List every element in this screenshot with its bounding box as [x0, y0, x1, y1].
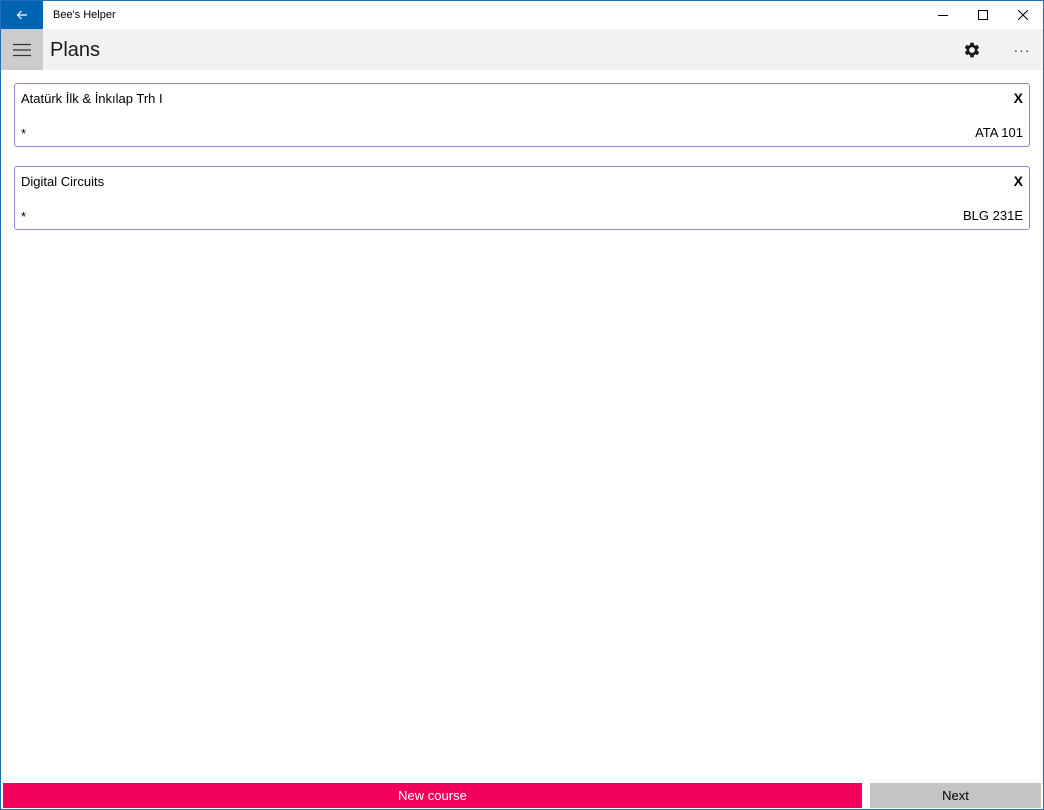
course-name: Digital Circuits [21, 174, 105, 189]
course-card[interactable]: Atatürk İlk & İnkılap Trh I X * ATA 101 [14, 83, 1030, 147]
back-arrow-icon [16, 10, 27, 20]
command-bar: Plans ··· [1, 29, 1043, 70]
hamburger-menu-icon [13, 43, 31, 56]
minimize-button[interactable] [923, 1, 963, 29]
close-button[interactable] [1003, 1, 1043, 29]
remove-course-button[interactable]: X [1014, 173, 1023, 189]
more-button[interactable]: ··· [1001, 29, 1043, 70]
close-icon [1018, 10, 1028, 20]
back-button[interactable] [1, 1, 43, 29]
gear-icon [964, 42, 980, 57]
course-card[interactable]: Digital Circuits X * BLG 231E [14, 166, 1030, 230]
course-code: ATA 101 [975, 125, 1023, 140]
new-course-button[interactable]: New course [3, 783, 862, 808]
remove-course-button[interactable]: X [1014, 90, 1023, 106]
course-code: BLG 231E [963, 208, 1023, 223]
more-ellipsis-icon: ··· [1013, 41, 1031, 58]
next-button[interactable]: Next [870, 783, 1041, 808]
title-bar: Bee's Helper [1, 1, 1043, 29]
minimize-icon [938, 15, 948, 16]
course-name: Atatürk İlk & İnkılap Trh I [21, 91, 163, 106]
maximize-icon [978, 10, 988, 20]
menu-button[interactable] [1, 29, 43, 70]
app-window: Bee's Helper Plans ··· Atatürk İlk & İnk… [0, 0, 1044, 810]
course-marker: * [21, 126, 27, 141]
page-title: Plans [50, 39, 101, 61]
course-marker: * [21, 209, 27, 224]
app-title: Bee's Helper [53, 9, 116, 21]
maximize-button[interactable] [963, 1, 1003, 29]
settings-button[interactable] [951, 29, 993, 70]
